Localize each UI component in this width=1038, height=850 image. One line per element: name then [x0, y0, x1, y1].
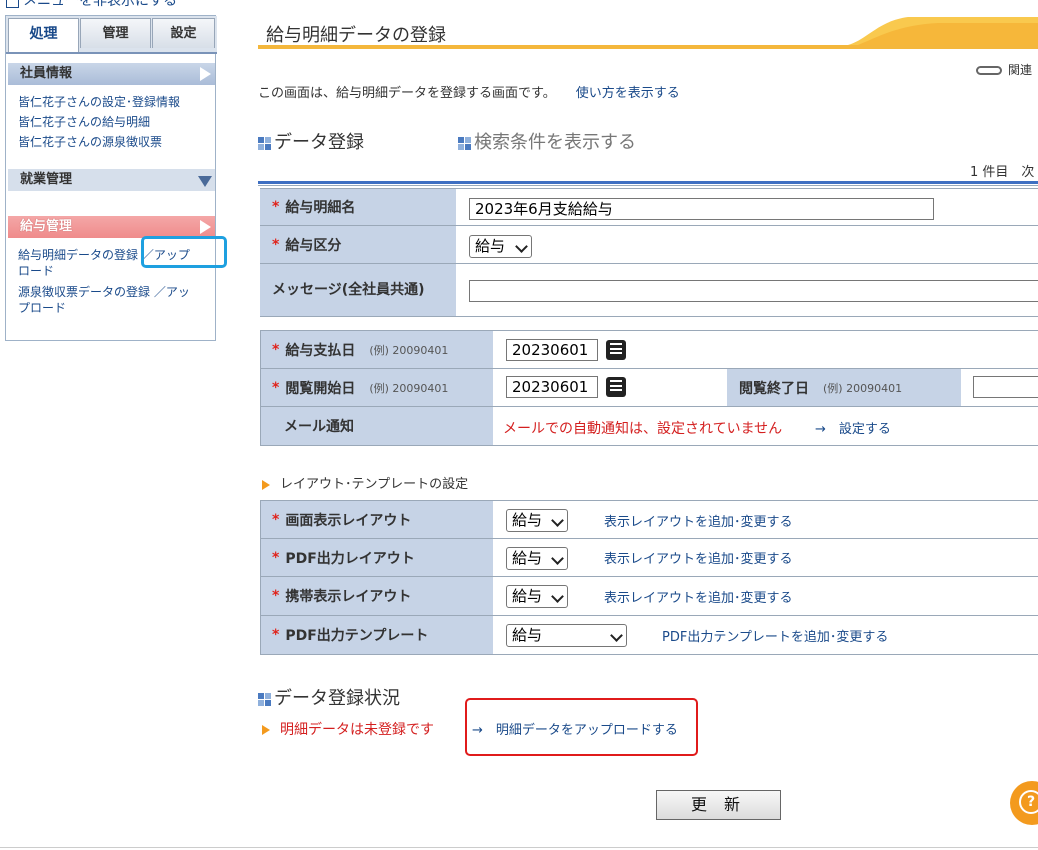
screen-layout-select[interactable]: 給与	[506, 509, 568, 532]
row-message: メッセージ(全社員共通)	[260, 264, 1038, 317]
row-pdf-layout: * PDF出力レイアウト 給与 表示レイアウトを追加･変更する	[260, 539, 1038, 577]
row-pdf-template: * PDF出力テンプレート 給与 PDF出力テンプレートを追加･変更する	[260, 616, 1038, 655]
page-description: この画面は、給与明細データを登録する画面です。 使い方を表示する	[258, 86, 680, 101]
pdf-template-select[interactable]: 給与	[506, 624, 627, 647]
section-divider-thin	[258, 185, 1038, 186]
row-pay-date: * 給与支払日 (例) 20090401 20230601	[260, 330, 1038, 369]
chain-link-icon	[976, 66, 1002, 75]
message-input[interactable]	[469, 280, 1038, 302]
table-border-left	[260, 330, 261, 446]
mail-set-link[interactable]: → 設定する	[815, 418, 891, 437]
label-view-start: * 閲覧開始日 (例) 20090401	[260, 369, 493, 406]
calendar-icon[interactable]	[606, 377, 626, 397]
row-mobile-layout: * 携帯表示レイアウト 給与 表示レイアウトを追加･変更する	[260, 577, 1038, 616]
label-meisai-name: * 給与明細名	[260, 189, 456, 225]
required-mark: *	[272, 199, 280, 215]
required-mark: *	[272, 379, 280, 396]
layout-settings-title: レイアウト･テンプレートの設定	[262, 473, 468, 492]
view-end-input[interactable]	[973, 376, 1038, 398]
related-link[interactable]: 関連	[976, 61, 1032, 78]
pdf-layout-link[interactable]: 表示レイアウトを追加･変更する	[604, 548, 793, 567]
square-bullet-icon	[258, 692, 271, 706]
row-kyuyo-kubun: * 給与区分 給与	[260, 226, 1038, 264]
label-kyuyo-kubun: * 給与区分	[260, 226, 456, 263]
update-button[interactable]: 更 新	[656, 790, 781, 820]
sidebar-link-withholding[interactable]: 皆仁花子さんの源泉徴収票	[18, 134, 208, 150]
section-divider	[258, 181, 1038, 184]
menu-icon	[6, 0, 19, 8]
paging-info[interactable]: 1 件目 次	[970, 161, 1034, 180]
row-screen-layout: * 画面表示レイアウト 給与 表示レイアウトを追加･変更する	[260, 500, 1038, 539]
sidebar-link-withholding-upload[interactable]: 源泉徴収票データの登録 ／アップロード	[18, 284, 193, 316]
required-mark: *	[272, 341, 280, 358]
label-mobile-layout: * 携帯表示レイアウト	[260, 577, 493, 615]
highlight-box-blue	[141, 236, 227, 268]
section-kyuyo-kanri[interactable]: 給与管理	[8, 216, 215, 238]
title-underline	[258, 45, 1038, 49]
meisai-name-input[interactable]: 2023年6月支給給与	[469, 198, 934, 220]
row-mail: メール通知 メールでの自動通知は、設定されていません → 設定する	[260, 407, 1038, 446]
section-shain-joho[interactable]: 社員情報	[8, 63, 215, 85]
hide-menu-link[interactable]: メニューを非表示にする	[6, 0, 177, 10]
collapse-arrow-icon	[198, 176, 212, 187]
pdf-layout-select[interactable]: 給与	[506, 547, 568, 570]
expand-arrow-icon	[200, 67, 211, 81]
label-mail: メール通知	[260, 407, 493, 445]
label-message: メッセージ(全社員共通)	[260, 264, 456, 316]
question-icon: ?	[1019, 790, 1038, 814]
sidebar-link-settings[interactable]: 皆仁花子さんの設定･登録情報	[18, 94, 208, 110]
sidebar-link-payslip[interactable]: 皆仁花子さんの給与明細	[18, 114, 208, 130]
mail-status-text: メールでの自動通知は、設定されていません	[503, 421, 783, 437]
pay-date-input[interactable]: 20230601	[506, 339, 598, 361]
required-mark: *	[272, 588, 280, 604]
mobile-layout-link[interactable]: 表示レイアウトを追加･変更する	[604, 587, 793, 606]
sidebar-tabs: 処理 管理 設定	[6, 16, 217, 54]
label-screen-layout: * 画面表示レイアウト	[260, 501, 493, 538]
status-text: 明細データは未登録です	[262, 719, 434, 739]
mobile-layout-select[interactable]: 給与	[506, 585, 568, 608]
tabs-divider	[6, 52, 217, 54]
chevron-down-icon	[551, 590, 564, 603]
triangle-bullet-icon	[262, 725, 270, 735]
page-title: 給与明細データの登録	[266, 25, 446, 46]
triangle-bullet-icon	[262, 479, 270, 490]
tab-settei[interactable]: 設定	[152, 18, 215, 48]
pdf-template-link[interactable]: PDF出力テンプレートを追加･変更する	[662, 626, 888, 645]
chevron-down-icon	[610, 629, 623, 642]
tab-kanri[interactable]: 管理	[80, 18, 151, 48]
label-pdf-layout: * PDF出力レイアウト	[260, 539, 493, 576]
required-mark: *	[272, 627, 280, 643]
kyuyo-kubun-select[interactable]: 給与	[469, 235, 532, 258]
section-shugyo-kanri[interactable]: 就業管理	[8, 169, 215, 191]
label-view-end: 閲覧終了日 (例) 20090401	[727, 369, 961, 406]
square-bullet-icon	[458, 136, 471, 150]
required-mark: *	[272, 236, 280, 253]
square-bullet-icon	[258, 136, 271, 150]
help-button[interactable]: ?	[1010, 781, 1038, 825]
required-mark: *	[272, 511, 280, 528]
row-meisai-name: * 給与明細名 2023年6月支給給与	[260, 188, 1038, 226]
status-heading: データ登録状況	[258, 684, 400, 710]
howto-link[interactable]: 使い方を表示する	[576, 86, 680, 101]
screen-layout-link[interactable]: 表示レイアウトを追加･変更する	[604, 511, 793, 530]
highlight-box-red	[465, 698, 698, 756]
required-mark: *	[272, 549, 280, 566]
chevron-down-icon	[551, 552, 564, 565]
row-view-period: * 閲覧開始日 (例) 20090401 20230601 閲覧終了日 (例) 200…	[260, 369, 1038, 407]
bottom-divider	[0, 847, 1038, 848]
search-toggle-link[interactable]: 検索条件を表示する	[458, 128, 636, 154]
data-entry-heading: データ登録	[258, 128, 364, 154]
view-start-input[interactable]: 20230601	[506, 376, 598, 398]
calendar-icon[interactable]	[606, 340, 626, 360]
tab-shori[interactable]: 処理	[8, 18, 79, 54]
label-pdf-template: * PDF出力テンプレート	[260, 616, 493, 654]
expand-arrow-icon	[200, 220, 211, 234]
sidebar: 処理 管理 設定 社員情報 皆仁花子さんの設定･登録情報 皆仁花子さんの給与明細…	[5, 15, 217, 341]
table-border-left	[260, 500, 261, 655]
label-pay-date: * 給与支払日 (例) 20090401	[260, 331, 493, 368]
chevron-down-icon	[515, 240, 528, 253]
chevron-down-icon	[551, 514, 564, 527]
